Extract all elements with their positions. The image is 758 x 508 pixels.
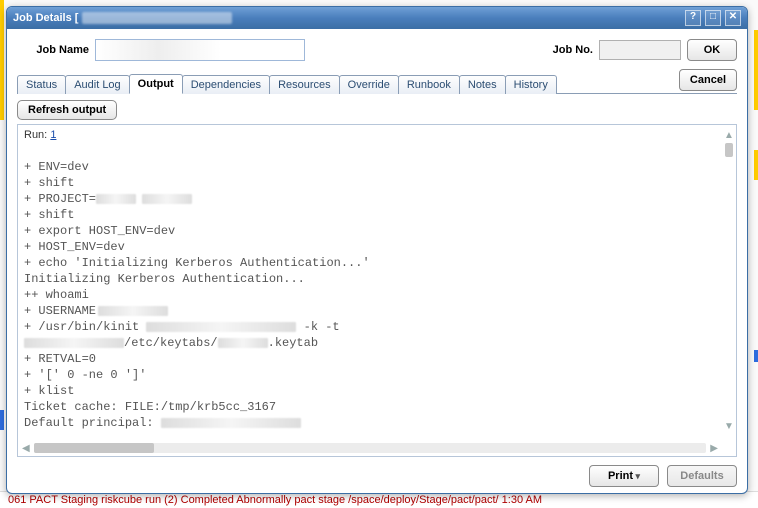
job-details-dialog: Job Details [ ? □ ✕ Job Name Job No. OK …: [6, 6, 748, 494]
scroll-down-icon[interactable]: ▼: [724, 422, 734, 432]
tab-override[interactable]: Override: [339, 75, 399, 94]
tab-runbook[interactable]: Runbook: [398, 75, 460, 94]
tab-output[interactable]: Output: [129, 74, 183, 94]
output-text[interactable]: + ENV=dev+ shift+ PROJECT=+ shift+ expor…: [18, 153, 736, 444]
tab-status[interactable]: Status: [17, 75, 66, 94]
window-title: Job Details [: [13, 12, 685, 24]
help-icon[interactable]: ?: [685, 10, 701, 26]
refresh-output-button[interactable]: Refresh output: [17, 100, 117, 120]
ok-button[interactable]: OK: [687, 39, 737, 61]
tab-audit-log[interactable]: Audit Log: [65, 75, 129, 94]
scroll-thumb-vertical[interactable]: [725, 143, 733, 157]
print-button[interactable]: Print: [589, 465, 659, 487]
job-name-label: Job Name: [17, 44, 89, 56]
scroll-thumb-horizontal[interactable]: [34, 443, 154, 453]
cancel-button[interactable]: Cancel: [679, 69, 737, 91]
tab-resources[interactable]: Resources: [269, 75, 340, 94]
maximize-icon[interactable]: □: [705, 10, 721, 26]
tab-notes[interactable]: Notes: [459, 75, 506, 94]
close-icon[interactable]: ✕: [725, 10, 741, 26]
tab-bar: Status Audit Log Output Dependencies Res…: [17, 69, 737, 94]
defaults-button[interactable]: Defaults: [667, 465, 737, 487]
scroll-right-icon[interactable]: ▶: [708, 443, 720, 454]
job-name-input[interactable]: [95, 39, 305, 61]
tab-history[interactable]: History: [505, 75, 557, 94]
right-gutter: [754, 0, 758, 508]
scroll-left-icon[interactable]: ◀: [20, 443, 32, 454]
vertical-scrollbar[interactable]: ▲ ▼: [724, 131, 734, 432]
run-indicator: Run: 1: [18, 125, 736, 141]
tab-dependencies[interactable]: Dependencies: [182, 75, 270, 94]
job-no-field: [599, 40, 681, 60]
job-no-label: Job No.: [553, 44, 593, 56]
output-panel: Run: 1 + ENV=dev+ shift+ PROJECT=+ shift…: [17, 124, 737, 457]
horizontal-scrollbar[interactable]: ◀ ▶: [20, 442, 720, 454]
left-gutter: [0, 0, 4, 508]
scroll-up-icon[interactable]: ▲: [724, 131, 734, 141]
run-link[interactable]: 1: [50, 129, 56, 141]
titlebar[interactable]: Job Details [ ? □ ✕: [7, 7, 747, 29]
